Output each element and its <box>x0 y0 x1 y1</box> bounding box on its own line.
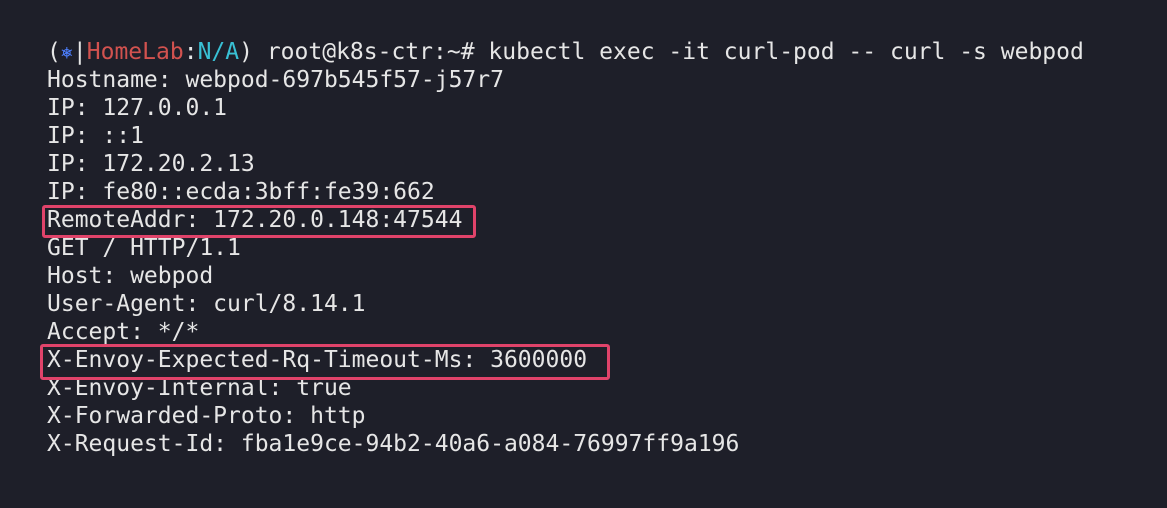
output-line-host: Host: webpod <box>47 263 214 289</box>
prompt-user-host: root@k8s-ctr:~# <box>266 39 475 65</box>
output-line-ip-link-local: IP: fe80::ecda:3bff:fe39:662 <box>47 179 435 205</box>
prompt-open-paren: ( <box>47 39 61 65</box>
output-line-envoy-internal: X-Envoy-Internal: true <box>47 375 352 401</box>
prompt-separator: | <box>72 39 87 65</box>
output-line-ip-pod: IP: 172.20.2.13 <box>47 151 255 177</box>
prompt-namespace: N/A <box>197 39 240 65</box>
prompt-colon: : <box>183 39 198 65</box>
output-line-request-id: X-Request-Id: fba1e9ce-94b2-40a6-a084-76… <box>47 431 740 457</box>
prompt-context: HomeLab <box>86 39 184 65</box>
output-line-user-agent: User-Agent: curl/8.14.1 <box>47 291 366 317</box>
terminal-output: (⎈|HomeLab:N/A) root@k8s-ctr:~# kubectl … <box>47 38 1084 458</box>
output-line-request: GET / HTTP/1.1 <box>47 235 241 261</box>
output-line-ip-ipv6-loopback: IP: ::1 <box>47 123 144 149</box>
prompt-close-paren: ) <box>239 39 253 65</box>
terminal-window[interactable]: (⎈|HomeLab:N/A) root@k8s-ctr:~# kubectl … <box>0 0 1167 508</box>
output-line-hostname: Hostname: webpod-697b545f57-j57r7 <box>47 67 504 93</box>
output-line-envoy-timeout: X-Envoy-Expected-Rq-Timeout-Ms: 3600000 <box>47 347 588 373</box>
output-line-ip-loopback: IP: 127.0.0.1 <box>47 95 228 121</box>
prompt-line: (⎈|HomeLab:N/A) root@k8s-ctr:~# kubectl … <box>47 38 1084 66</box>
output-line-forwarded-proto: X-Forwarded-Proto: http <box>47 403 366 429</box>
kubernetes-helm-icon: ⎈ <box>60 40 73 64</box>
command-text: kubectl exec -it curl-pod -- curl -s web… <box>488 39 1084 65</box>
output-line-remote-addr: RemoteAddr: 172.20.0.148:47544 <box>47 207 463 233</box>
output-line-accept: Accept: */* <box>47 319 200 345</box>
